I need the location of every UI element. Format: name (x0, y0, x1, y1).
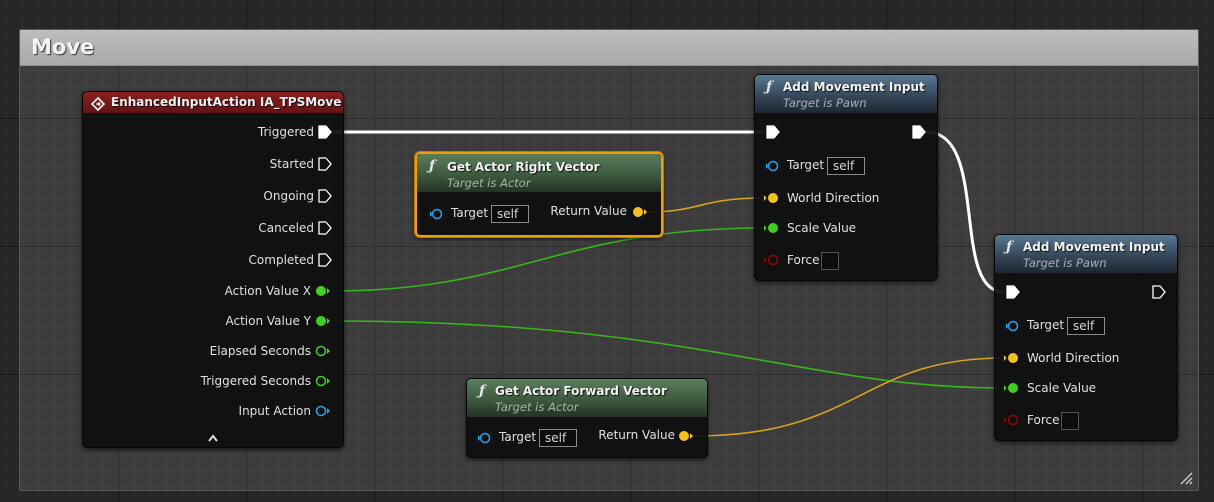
pin-label-input-action: Input Action (238, 404, 311, 418)
right-vector-target-value[interactable]: self (491, 205, 529, 223)
right-vector-header[interactable]: ƒ Get Actor Right Vector Target is Actor (417, 154, 661, 192)
right-vector-target-label: Target (451, 206, 489, 220)
object-pin-input-action[interactable] (315, 405, 331, 417)
movement-1-target-label: Target (787, 158, 825, 172)
event-node-header[interactable]: EnhancedInputAction IA_TPSMove (83, 92, 343, 113)
movement-1-force-checkbox[interactable] (821, 252, 839, 270)
exec-pin-ongoing[interactable] (318, 189, 332, 203)
event-icon (91, 97, 105, 111)
comment-header[interactable]: Move (20, 30, 1198, 66)
movement-2-target-label: Target (1027, 318, 1065, 332)
forward-vector-subtitle: Target is Actor (495, 400, 579, 414)
forward-vector-target-value[interactable]: self (539, 429, 577, 447)
movement-2-world-direction-label: World Direction (1027, 351, 1120, 365)
exec-pin-in[interactable] (766, 125, 780, 139)
movement-1-header[interactable]: ƒ Add Movement Input Target is Pawn (755, 75, 937, 113)
float-pin-action-value-x[interactable] (315, 285, 331, 297)
float-pin-elapsed-seconds[interactable] (315, 345, 331, 357)
right-vector-title: Get Actor Right Vector (447, 160, 600, 174)
movement-2-subtitle: Target is Pawn (1023, 256, 1107, 270)
movement-1-subtitle: Target is Pawn (783, 96, 867, 110)
movement-1-target-value[interactable]: self (827, 157, 865, 175)
movement-1-world-direction-label: World Direction (787, 191, 880, 205)
pin-label-action-value-x: Action Value X (224, 284, 311, 298)
float-pin-scale-value[interactable] (1004, 382, 1020, 394)
vector-pin-return-value[interactable] (632, 206, 648, 218)
bool-pin-force[interactable] (1004, 414, 1020, 426)
forward-vector-target-label: Target (499, 430, 537, 444)
pin-label-ongoing: Ongoing (263, 189, 314, 203)
exec-pin-canceled[interactable] (318, 221, 332, 235)
add-movement-input-node-2[interactable]: ƒ Add Movement Input Target is Pawn (994, 234, 1178, 441)
movement-2-header[interactable]: ƒ Add Movement Input Target is Pawn (995, 235, 1177, 273)
float-pin-triggered-seconds[interactable] (315, 375, 331, 387)
forward-vector-return-label: Return Value (598, 428, 675, 442)
add-movement-input-node-1[interactable]: ƒ Add Movement Input Target is Pawn (754, 74, 938, 281)
pin-label-triggered: Triggered (257, 125, 314, 139)
exec-pin-triggered[interactable] (318, 125, 332, 139)
event-node-title: EnhancedInputAction IA_TPSMove (111, 95, 342, 109)
vector-pin-world-direction[interactable] (764, 192, 780, 204)
pin-label-started: Started (269, 157, 314, 171)
movement-2-title: Add Movement Input (1023, 240, 1165, 254)
exec-pin-in[interactable] (1006, 285, 1020, 299)
function-icon: ƒ (429, 158, 436, 174)
pin-label-action-value-y: Action Value Y (225, 314, 312, 328)
pin-label-canceled: Canceled (258, 221, 314, 235)
exec-pin-out[interactable] (1152, 285, 1166, 299)
event-node[interactable]: EnhancedInputAction IA_TPSMove (82, 91, 344, 448)
object-pin-target[interactable] (478, 432, 494, 444)
get-actor-forward-vector-node[interactable]: ƒ Get Actor Forward Vector Target is Act… (466, 378, 708, 458)
object-pin-target[interactable] (766, 160, 782, 172)
comment-title[interactable]: Move (31, 35, 94, 59)
movement-2-force-checkbox[interactable] (1061, 412, 1079, 430)
resize-grip-icon[interactable] (1179, 471, 1193, 485)
function-icon: ƒ (766, 79, 773, 95)
float-pin-scale-value[interactable] (764, 222, 780, 234)
movement-1-title: Add Movement Input (783, 80, 925, 94)
right-vector-return-label: Return Value (550, 204, 627, 218)
object-pin-target[interactable] (430, 208, 446, 220)
function-icon: ƒ (479, 383, 486, 399)
vector-pin-return-value[interactable] (678, 430, 694, 442)
exec-pin-out[interactable] (912, 125, 926, 139)
pin-label-completed: Completed (248, 253, 314, 267)
forward-vector-title: Get Actor Forward Vector (495, 384, 667, 398)
float-pin-action-value-y[interactable] (315, 315, 331, 327)
exec-pin-started[interactable] (318, 157, 332, 171)
chevron-up-icon[interactable] (207, 433, 219, 443)
bool-pin-force[interactable] (764, 254, 780, 266)
vector-pin-world-direction[interactable] (1004, 352, 1020, 364)
pin-label-triggered-seconds: Triggered Seconds (200, 374, 311, 388)
right-vector-subtitle: Target is Actor (447, 176, 531, 190)
movement-2-scale-value-label: Scale Value (1027, 381, 1097, 395)
object-pin-target[interactable] (1006, 320, 1022, 332)
movement-2-force-label: Force (1027, 413, 1060, 427)
pin-label-elapsed-seconds: Elapsed Seconds (209, 344, 311, 358)
movement-2-target-value[interactable]: self (1067, 317, 1105, 335)
movement-1-force-label: Force (787, 253, 820, 267)
get-actor-right-vector-node[interactable]: ƒ Get Actor Right Vector Target is Actor (415, 152, 663, 237)
function-icon: ƒ (1006, 239, 1013, 255)
movement-1-scale-value-label: Scale Value (787, 221, 857, 235)
forward-vector-header[interactable]: ƒ Get Actor Forward Vector Target is Act… (467, 379, 707, 417)
exec-pin-completed[interactable] (318, 253, 332, 267)
